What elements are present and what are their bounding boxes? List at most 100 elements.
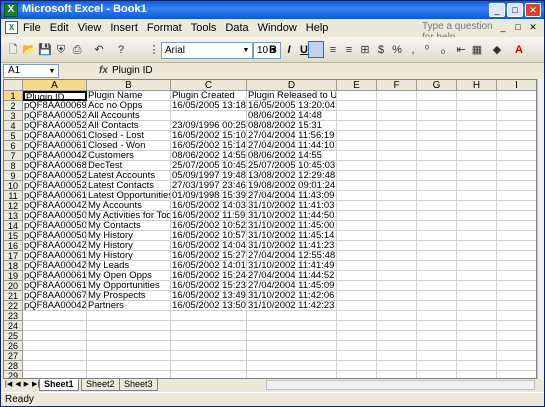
cell[interactable] [457,101,497,111]
cell[interactable] [457,151,497,161]
cell[interactable]: pQF8AA000523 [23,111,87,121]
cell[interactable] [23,311,87,321]
cell[interactable] [377,251,417,261]
menu-insert[interactable]: Insert [110,22,138,34]
cell[interactable]: My Opportunities [87,281,171,291]
cell[interactable] [377,181,417,191]
cell[interactable]: All Contacts [87,121,171,131]
cell[interactable] [377,341,417,351]
row-header[interactable]: 5 [4,131,23,141]
cell[interactable] [497,261,536,271]
cell[interactable]: 08/08/2002 15:31 [247,121,337,131]
cell[interactable] [417,351,457,361]
cell[interactable]: 08/06/2002 14:55 [247,151,337,161]
prev-sheet-icon[interactable]: ◀ [15,380,20,388]
doc-restore-button[interactable]: □ [511,21,525,34]
menu-tools[interactable]: Tools [191,22,217,34]
cell[interactable]: pQF8AA00067Z [23,291,87,301]
cell[interactable] [417,161,457,171]
cell[interactable] [171,361,247,371]
menu-view[interactable]: View [78,22,102,34]
cell[interactable]: 27/04/2004 11:45:09 [247,281,337,291]
cell[interactable] [337,211,377,221]
cell[interactable]: 16/05/2005 13:20:04 [247,101,337,111]
cell[interactable]: Customers [87,151,171,161]
column-header-b[interactable]: B [87,80,171,91]
row-header[interactable]: 19 [4,271,23,281]
cell[interactable] [457,301,497,311]
row-header[interactable]: 18 [4,261,23,271]
cell[interactable]: pQF8AA00061N [23,131,87,141]
cell[interactable] [247,341,337,351]
cell[interactable]: Closed - Won [87,141,171,151]
cell[interactable] [417,271,457,281]
cell[interactable] [497,231,536,241]
fill-color-icon[interactable]: ◆ [489,42,505,58]
cell[interactable]: pQF8AA00068K [23,161,87,171]
cell[interactable]: 31/10/2002 11:41:03 [247,201,337,211]
row-header[interactable]: 1 [4,91,23,101]
font-color-icon[interactable]: A [511,42,527,58]
cell[interactable] [337,181,377,191]
cell[interactable] [377,261,417,271]
row-header[interactable]: 25 [4,331,23,341]
row-header[interactable]: 14 [4,221,23,231]
chevron-down-icon[interactable]: ▼ [241,44,251,57]
cell[interactable]: Latest Opportunities [87,191,171,201]
cell[interactable]: 16/05/2005 13:18:29 [171,101,247,111]
first-sheet-icon[interactable]: |◀ [5,380,12,388]
cell[interactable]: 25/07/2005 10:45:03 [247,161,337,171]
cell[interactable] [417,221,457,231]
cell[interactable] [87,321,171,331]
cell[interactable]: 27/04/2004 11:44:52 [247,271,337,281]
borders-icon[interactable]: ▦ [469,42,485,58]
row-header[interactable]: 16 [4,241,23,251]
cell[interactable] [337,371,377,378]
cell[interactable] [87,371,171,378]
column-header-f[interactable]: F [377,80,417,91]
cell[interactable]: pQF8AA00061R [23,281,87,291]
select-all-corner[interactable] [4,80,23,91]
cell[interactable]: Plugin Name [87,91,171,101]
cell[interactable] [417,281,457,291]
cell[interactable]: My History [87,241,171,251]
cell[interactable] [377,331,417,341]
cell[interactable]: My Contacts [87,221,171,231]
cell[interactable] [87,341,171,351]
cell[interactable] [87,311,171,321]
cell[interactable] [337,121,377,131]
cell[interactable] [457,331,497,341]
row-header[interactable]: 13 [4,211,23,221]
cell[interactable] [497,321,536,331]
cell[interactable] [457,361,497,371]
cell[interactable]: Plugin Released to User [247,91,337,101]
cell[interactable] [337,261,377,271]
cell[interactable] [497,111,536,121]
cell[interactable] [247,371,337,378]
cell[interactable]: 16/05/2002 13:50:55 [171,301,247,311]
cell[interactable]: pQF8AA000500 [23,211,87,221]
menu-help[interactable]: Help [306,22,329,34]
cell[interactable]: Acc no Opps [87,101,171,111]
cell[interactable] [337,311,377,321]
row-header[interactable]: 10 [4,181,23,191]
cell[interactable] [337,361,377,371]
cell[interactable] [377,301,417,311]
cell[interactable]: My Leads [87,261,171,271]
cell[interactable]: 16/05/2002 14:03:17 [171,201,247,211]
row-header[interactable]: 2 [4,101,23,111]
cell[interactable] [457,291,497,301]
cell[interactable] [497,221,536,231]
row-header[interactable]: 3 [4,111,23,121]
cell[interactable]: 01/09/1998 15:39 [171,191,247,201]
cell[interactable] [23,321,87,331]
cell[interactable] [417,261,457,271]
save-icon[interactable]: 💾 [37,42,53,58]
cell[interactable] [497,171,536,181]
cell[interactable] [377,171,417,181]
cell[interactable] [457,111,497,121]
cell[interactable]: pQF8AA00061P [23,251,87,261]
cell[interactable] [23,371,87,378]
row-header[interactable]: 20 [4,281,23,291]
cell[interactable] [247,311,337,321]
